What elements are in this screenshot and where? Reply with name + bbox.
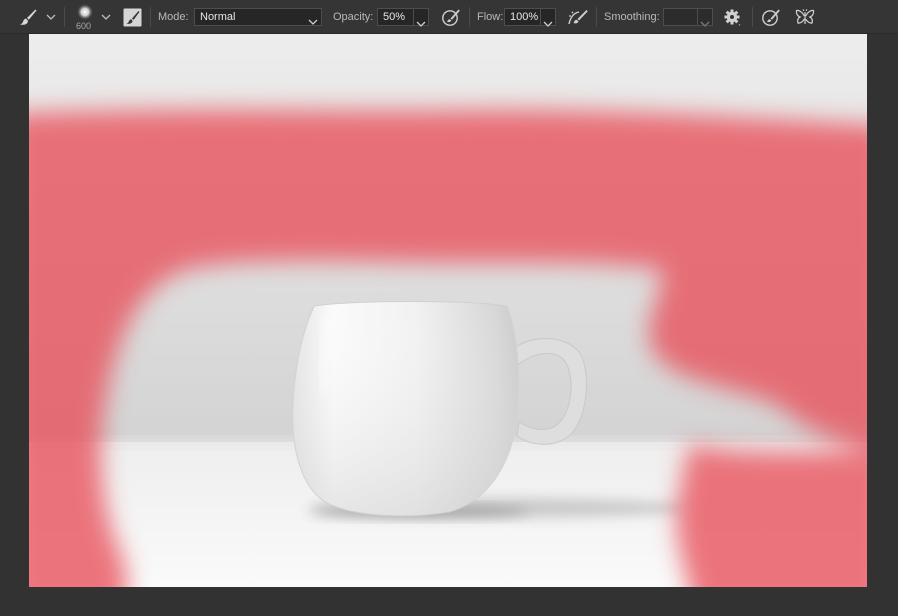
separator bbox=[752, 7, 753, 27]
chevron-down-icon bbox=[416, 14, 426, 32]
chevron-down-icon[interactable] bbox=[46, 14, 56, 20]
smoothing-label: Smoothing: bbox=[604, 11, 660, 23]
pen-pressure-opacity-icon[interactable] bbox=[441, 8, 461, 27]
brush-settings-panel-icon[interactable] bbox=[123, 8, 142, 27]
white-mug-photo bbox=[29, 34, 867, 587]
flow-input[interactable]: 100% bbox=[504, 8, 541, 26]
blend-mode-select[interactable]: Normal bbox=[194, 8, 322, 26]
document-workspace bbox=[0, 34, 898, 616]
blend-mode-value: Normal bbox=[200, 11, 236, 23]
opacity-input[interactable]: 50% bbox=[377, 8, 414, 26]
butterfly-symmetry-icon[interactable] bbox=[795, 8, 815, 27]
opacity-label: Opacity: bbox=[333, 11, 374, 23]
chevron-down-icon bbox=[543, 14, 553, 32]
airbrush-icon[interactable] bbox=[567, 8, 589, 27]
photoshop-window: 600 Mode: Normal Opacity: 50% Flow: 100%… bbox=[0, 0, 898, 616]
separator bbox=[150, 7, 151, 27]
mode-label: Mode: bbox=[158, 11, 189, 23]
pen-pressure-size-icon[interactable] bbox=[761, 8, 781, 27]
smoothing-input[interactable] bbox=[663, 8, 698, 26]
gear-icon[interactable] bbox=[724, 9, 742, 27]
flow-label: Flow: bbox=[477, 11, 504, 23]
chevron-down-icon bbox=[700, 14, 710, 32]
paintbrush-icon[interactable] bbox=[18, 7, 38, 27]
separator bbox=[596, 7, 597, 27]
chevron-down-icon[interactable] bbox=[101, 14, 111, 20]
opacity-dropdown-button[interactable] bbox=[414, 8, 429, 27]
document-canvas[interactable] bbox=[29, 34, 867, 587]
separator bbox=[64, 7, 65, 27]
brush-size-value: 600 bbox=[76, 21, 92, 31]
separator bbox=[469, 7, 470, 27]
options-bar: 600 Mode: Normal Opacity: 50% Flow: 100%… bbox=[0, 0, 898, 34]
chevron-down-icon bbox=[308, 14, 318, 25]
smoothing-dropdown-button[interactable] bbox=[698, 8, 713, 27]
brush-tip-preview-icon[interactable] bbox=[76, 3, 94, 21]
flow-dropdown-button[interactable] bbox=[541, 8, 556, 27]
